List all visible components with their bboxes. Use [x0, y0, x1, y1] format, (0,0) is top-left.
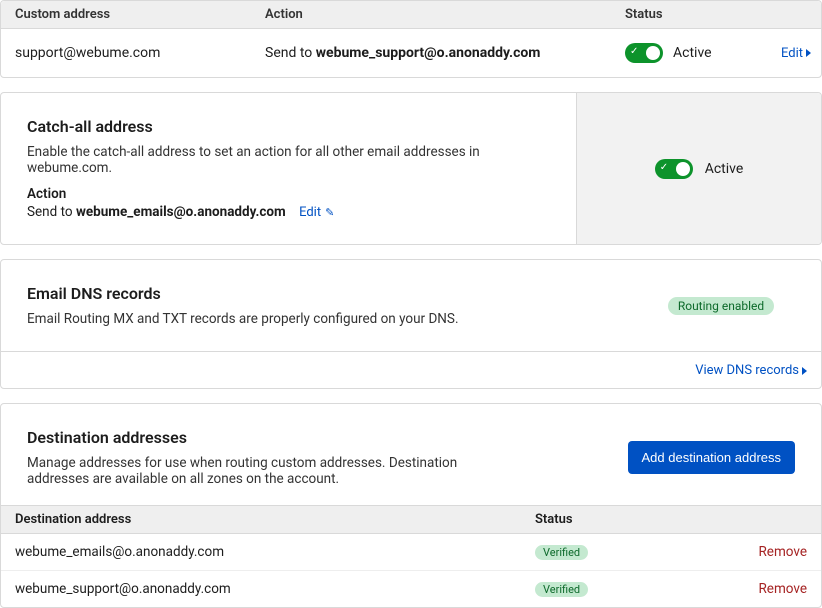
custom-addresses-header: Custom address Action Status [1, 1, 821, 29]
catch-all-status-text: Active [705, 161, 744, 177]
destination-address: webume_emails@o.anonaddy.com [1, 544, 521, 560]
pencil-icon: ✎ [325, 206, 334, 219]
remove-button[interactable]: Remove [758, 581, 807, 597]
catch-all-title: Catch-all address [27, 117, 550, 136]
catch-all-sendto: Send to webume_emails@o.anonaddy.com Edi… [27, 204, 550, 220]
destination-address: webume_support@o.anonaddy.com [1, 581, 521, 597]
dns-description: Email Routing MX and TXT records are pro… [27, 311, 595, 327]
routing-enabled-badge: Routing enabled [668, 297, 774, 315]
action-target: webume_support@o.anonaddy.com [316, 45, 541, 61]
catch-all-content: Catch-all address Enable the catch-all a… [1, 93, 576, 244]
dns-footer: View DNS records [1, 351, 821, 388]
verified-badge: Verified [535, 545, 588, 560]
sendto-target: webume_emails@o.anonaddy.com [76, 204, 286, 220]
dns-content: Email DNS records Email Routing MX and T… [1, 260, 621, 351]
dns-badge-area: Routing enabled [621, 297, 821, 315]
header-destination-status: Status [521, 506, 821, 533]
check-icon: ✓ [630, 46, 638, 57]
dns-card: Email DNS records Email Routing MX and T… [0, 259, 822, 389]
edit-label: Edit [781, 46, 803, 61]
destinations-header: Destination addresses Manage addresses f… [1, 404, 821, 505]
status-group: ✓ Active [625, 43, 712, 63]
destinations-card: Destination addresses Manage addresses f… [0, 403, 822, 608]
edit-label: Edit [299, 205, 321, 220]
edit-button[interactable]: Edit [781, 46, 811, 61]
catch-all-edit-button[interactable]: Edit ✎ [299, 205, 334, 220]
custom-addresses-card: Custom address Action Status support@web… [0, 0, 822, 78]
catch-all-description: Enable the catch-all address to set an a… [27, 144, 550, 176]
check-icon: ✓ [660, 162, 668, 173]
destinations-description: Manage addresses for use when routing cu… [27, 455, 507, 487]
custom-address-row: support@webume.com Send to webume_suppor… [1, 29, 821, 77]
header-action: Action [251, 1, 611, 28]
sendto-prefix: Send to [27, 204, 76, 220]
custom-address-value: support@webume.com [1, 45, 251, 61]
verified-badge: Verified [535, 582, 588, 597]
catch-all-status-panel: ✓ Active [576, 93, 821, 244]
catch-all-card: Catch-all address Enable the catch-all a… [0, 92, 822, 245]
header-destination-address: Destination address [1, 506, 521, 533]
status-text: Active [673, 45, 712, 61]
dns-title: Email DNS records [27, 284, 595, 303]
destinations-table-header: Destination address Status [1, 505, 821, 534]
header-status: Status [611, 1, 821, 28]
action-prefix: Send to [265, 45, 316, 61]
catch-all-action-label: Action [27, 186, 550, 202]
destination-row: webume_emails@o.anonaddy.com Verified Re… [1, 534, 821, 571]
destinations-title: Destination addresses [27, 428, 608, 447]
add-destination-button[interactable]: Add destination address [628, 441, 795, 474]
status-toggle[interactable]: ✓ [625, 43, 663, 63]
view-dns-label: View DNS records [695, 363, 799, 378]
header-custom-address: Custom address [1, 1, 251, 28]
chevron-right-icon [802, 367, 807, 375]
destination-row: webume_support@o.anonaddy.com Verified R… [1, 571, 821, 607]
remove-button[interactable]: Remove [758, 544, 807, 560]
custom-address-action: Send to webume_support@o.anonaddy.com [251, 45, 611, 61]
chevron-right-icon [806, 49, 811, 57]
catch-all-toggle[interactable]: ✓ [655, 159, 693, 179]
view-dns-records-link[interactable]: View DNS records [695, 363, 807, 378]
